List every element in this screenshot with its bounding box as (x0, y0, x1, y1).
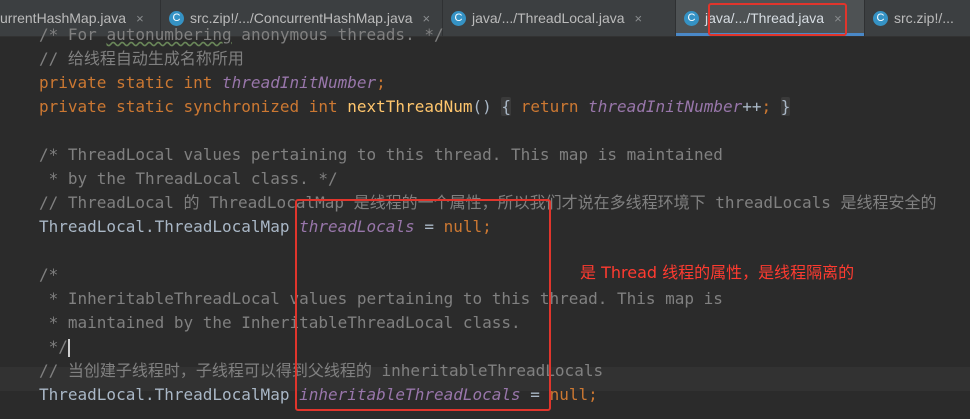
method-name: nextThreadNum (347, 97, 473, 116)
tab-threadlocal[interactable]: C java/.../ThreadLocal.java × (443, 0, 676, 36)
code-line: private static synchronized int nextThre… (39, 97, 791, 116)
code-line: private static int threadInitNumber; (39, 73, 386, 92)
close-icon[interactable]: × (635, 11, 643, 26)
code-line: /* For autonumbering anonymous threads. … (39, 25, 444, 44)
code-comment: /* (39, 265, 59, 284)
class-icon: C (873, 10, 888, 26)
annotation-text: 是 Thread 线程的属性，是线程隔离的 (580, 263, 855, 282)
tab-label: java/.../ThreadLocal.java (472, 10, 625, 26)
class-icon: C (451, 10, 466, 26)
class-icon: C (684, 10, 699, 26)
tab-src-zip[interactable]: C src.zip!/... (865, 0, 970, 36)
fold-marker[interactable]: } (780, 97, 791, 116)
code-comment: * by the ThreadLocal class. */ (39, 169, 338, 188)
text-caret (67, 338, 70, 357)
fold-marker[interactable]: { (501, 97, 512, 116)
code-comment: // 给线程自动生成名称所用 (39, 49, 244, 68)
code-highlight-box (295, 199, 551, 411)
code-line: */ (39, 337, 70, 357)
tab-highlight-box (708, 3, 847, 36)
tab-label: src.zip!/... (894, 10, 954, 26)
typo-underline: autonumbering (106, 25, 232, 44)
code-comment: /* ThreadLocal values pertaining to this… (39, 145, 723, 164)
